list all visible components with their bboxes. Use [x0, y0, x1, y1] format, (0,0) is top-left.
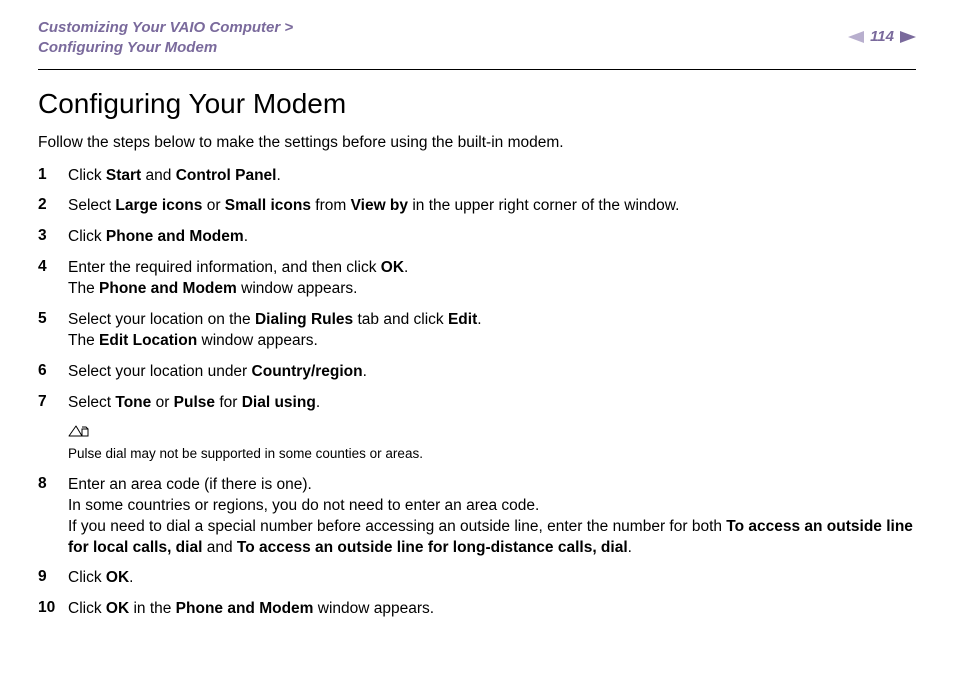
step-4: 4 Enter the required information, and th… — [38, 258, 916, 300]
step-body: Select Tone or Pulse for Dial using. — [68, 393, 916, 414]
step-body: Enter the required information, and then… — [68, 258, 916, 300]
page-title: Configuring Your Modem — [38, 88, 916, 120]
step-9: 9 Click OK. — [38, 568, 916, 589]
step-body: Click Start and Control Panel. — [68, 166, 916, 187]
document-page: Customizing Your VAIO Computer > Configu… — [0, 0, 954, 674]
note-icon — [68, 424, 916, 443]
step-number: 4 — [38, 258, 68, 276]
step-number: 7 — [38, 393, 68, 411]
step-number: 8 — [38, 475, 68, 493]
step-body: Enter an area code (if there is one). In… — [68, 475, 916, 559]
step-body: Click OK. — [68, 568, 916, 589]
breadcrumb-section: Customizing Your VAIO Computer — [38, 19, 280, 36]
breadcrumb-line-1: Customizing Your VAIO Computer > — [38, 18, 293, 38]
prev-page-icon[interactable] — [848, 31, 864, 43]
step-number: 9 — [38, 568, 68, 586]
note-text: Pulse dial may not be supported in some … — [68, 446, 423, 461]
page-navigator: 114 — [848, 28, 916, 45]
header-divider — [38, 69, 916, 70]
breadcrumb-line-2: Configuring Your Modem — [38, 38, 293, 58]
step-5: 5 Select your location on the Dialing Ru… — [38, 310, 916, 352]
step-body: Click OK in the Phone and Modem window a… — [68, 599, 916, 620]
step-body: Select your location on the Dialing Rule… — [68, 310, 916, 352]
breadcrumb-separator: > — [280, 19, 293, 36]
step-3: 3 Click Phone and Modem. — [38, 227, 916, 248]
step-10: 10 Click OK in the Phone and Modem windo… — [38, 599, 916, 620]
step-number: 1 — [38, 166, 68, 184]
intro-text: Follow the steps below to make the setti… — [38, 134, 916, 152]
step-body: Click Phone and Modem. — [68, 227, 916, 248]
step-1: 1 Click Start and Control Panel. — [38, 166, 916, 187]
steps-list: 1 Click Start and Control Panel. 2 Selec… — [38, 166, 916, 621]
step-number: 6 — [38, 362, 68, 380]
step-number: 3 — [38, 227, 68, 245]
step-body: Select your location under Country/regio… — [68, 362, 916, 383]
step-number: 5 — [38, 310, 68, 328]
page-header: Customizing Your VAIO Computer > Configu… — [38, 18, 916, 59]
page-number: 114 — [870, 28, 894, 45]
next-page-icon[interactable] — [900, 31, 916, 43]
breadcrumb: Customizing Your VAIO Computer > Configu… — [38, 18, 293, 59]
note-block: Pulse dial may not be supported in some … — [38, 424, 916, 463]
step-8: 8 Enter an area code (if there is one). … — [38, 475, 916, 559]
step-6: 6 Select your location under Country/reg… — [38, 362, 916, 383]
step-2: 2 Select Large icons or Small icons from… — [38, 196, 916, 217]
step-number: 10 — [38, 599, 68, 617]
step-7: 7 Select Tone or Pulse for Dial using. — [38, 393, 916, 414]
step-body: Select Large icons or Small icons from V… — [68, 196, 916, 217]
step-number: 2 — [38, 196, 68, 214]
